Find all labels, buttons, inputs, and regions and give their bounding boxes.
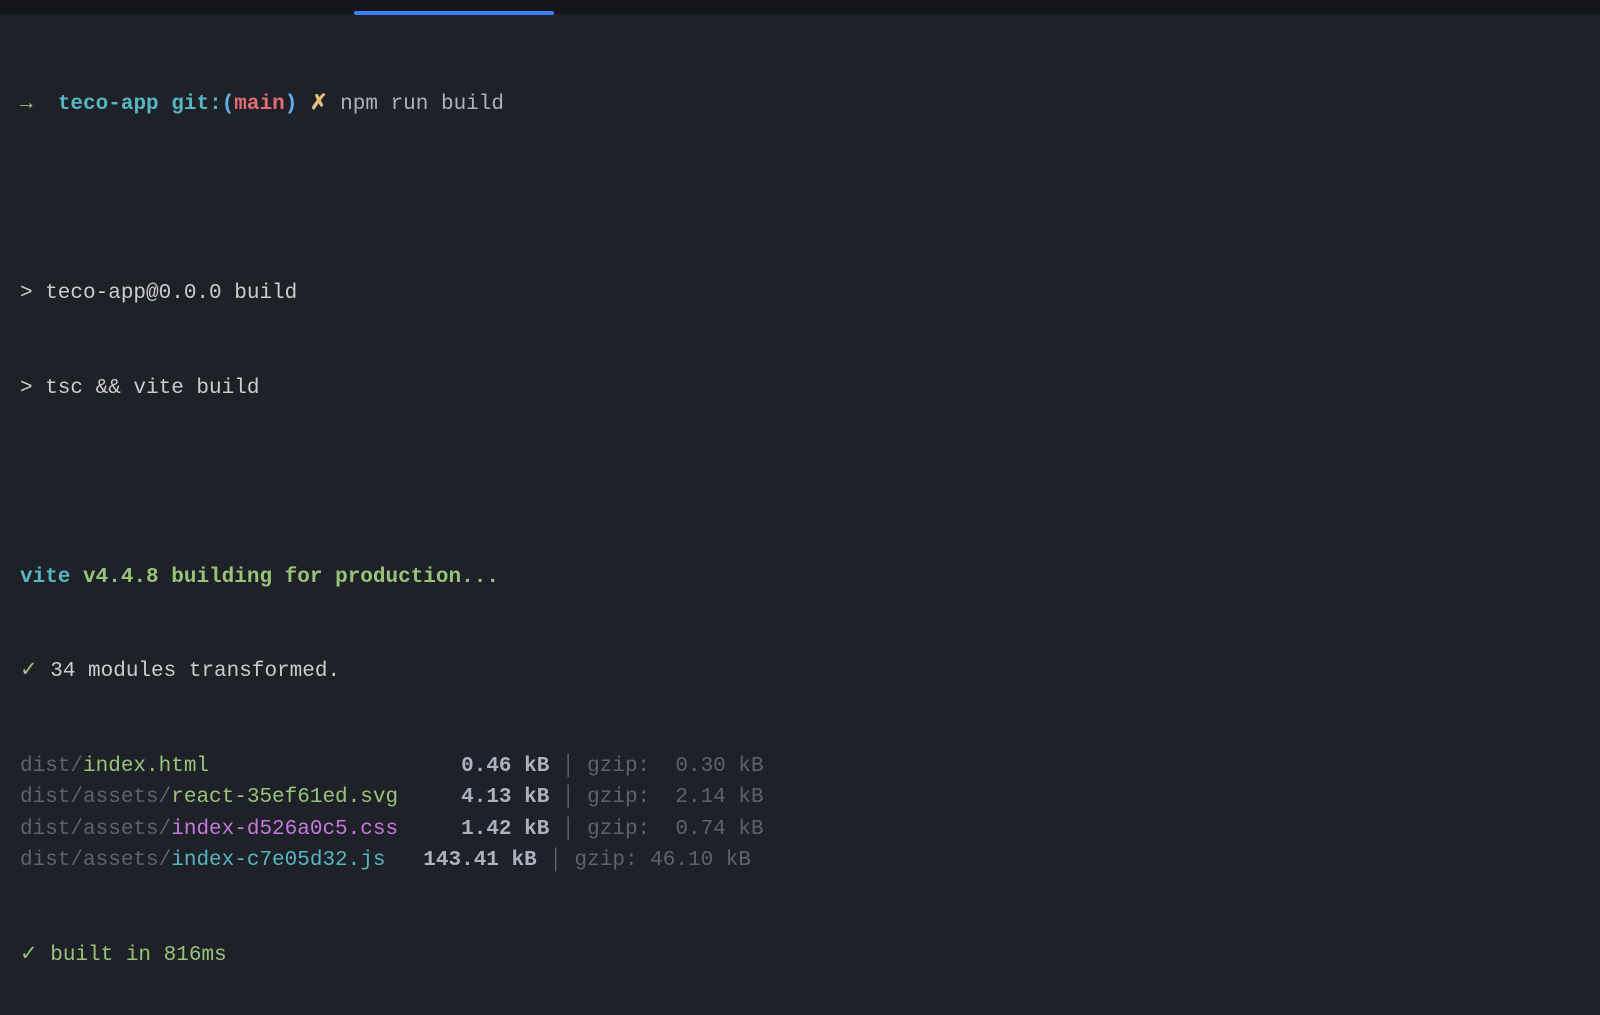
prompt-paren-open: ( bbox=[222, 93, 235, 116]
gzip-label: gzip: bbox=[587, 818, 675, 841]
prompt-app-name: teco-app bbox=[58, 93, 159, 116]
vite-header-suffix: building for production... bbox=[171, 566, 499, 589]
file-row: dist/assets/react-35ef61ed.svg 4.13 kB │… bbox=[20, 782, 1580, 814]
gzip-label: gzip: bbox=[587, 786, 675, 809]
file-list: dist/index.html 0.46 kB │ gzip: 0.30 kBd… bbox=[20, 751, 1580, 877]
tab-bar bbox=[0, 0, 1600, 14]
file-size: 143.41 kB bbox=[423, 849, 536, 872]
gzip-size: 2.14 kB bbox=[675, 786, 763, 809]
blank-line bbox=[20, 184, 1580, 216]
file-row: dist/assets/index-c7e05d32.js 143.41 kB … bbox=[20, 845, 1580, 877]
file-size: 0.46 kB bbox=[461, 755, 549, 778]
file-dir: dist/ bbox=[20, 755, 83, 778]
prompt-arrow-icon: → bbox=[20, 93, 33, 116]
prompt-git-label: git: bbox=[171, 93, 221, 116]
file-dir: dist/assets/ bbox=[20, 786, 171, 809]
pipe-separator: │ bbox=[549, 786, 587, 809]
vite-built-line: ✓ built in 816ms bbox=[20, 940, 1580, 972]
vite-transformed-line: ✓ 34 modules transformed. bbox=[20, 656, 1580, 688]
blank-line bbox=[20, 467, 1580, 499]
file-size: 4.13 kB bbox=[461, 786, 549, 809]
gzip-label: gzip: bbox=[587, 755, 675, 778]
vite-prefix: vite bbox=[20, 566, 70, 589]
file-name: index-d526a0c5.css bbox=[171, 818, 398, 841]
file-row: dist/assets/index-d526a0c5.css 1.42 kB │… bbox=[20, 814, 1580, 846]
pipe-separator: │ bbox=[537, 849, 575, 872]
file-size: 1.42 kB bbox=[461, 818, 549, 841]
file-row: dist/index.html 0.46 kB │ gzip: 0.30 kB bbox=[20, 751, 1580, 783]
prompt-dirty-icon: ✗ bbox=[310, 93, 328, 116]
file-name: index-c7e05d32.js bbox=[171, 849, 385, 872]
gzip-size: 0.74 kB bbox=[675, 818, 763, 841]
npm-output-line-1: > teco-app@0.0.0 build bbox=[20, 278, 1580, 310]
file-dir: dist/assets/ bbox=[20, 818, 171, 841]
gzip-size: 0.30 kB bbox=[675, 755, 763, 778]
pipe-separator: │ bbox=[549, 755, 587, 778]
check-icon: ✓ bbox=[20, 944, 38, 967]
built-message: built in 816ms bbox=[50, 944, 226, 967]
file-name: react-35ef61ed.svg bbox=[171, 786, 398, 809]
prompt-branch: main bbox=[234, 93, 284, 116]
file-name: index.html bbox=[83, 755, 209, 778]
pipe-separator: │ bbox=[549, 818, 587, 841]
vite-header-line: vite v4.4.8 building for production... bbox=[20, 562, 1580, 594]
prompt-line: → teco-app git:(main) ✗ npm run build bbox=[20, 89, 1580, 121]
file-dir: dist/assets/ bbox=[20, 849, 171, 872]
gzip-size: 46.10 kB bbox=[650, 849, 751, 872]
npm-output-line-2: > tsc && vite build bbox=[20, 373, 1580, 405]
prompt-paren-close: ) bbox=[285, 93, 298, 116]
check-icon: ✓ bbox=[20, 660, 38, 683]
vite-version: v4.4.8 bbox=[83, 566, 159, 589]
command-text: npm run build bbox=[340, 93, 504, 116]
active-tab-indicator bbox=[354, 11, 554, 15]
terminal-output[interactable]: → teco-app git:(main) ✗ npm run build > … bbox=[0, 14, 1600, 1015]
transformed-text: 34 modules transformed. bbox=[50, 660, 340, 683]
gzip-label: gzip: bbox=[575, 849, 651, 872]
